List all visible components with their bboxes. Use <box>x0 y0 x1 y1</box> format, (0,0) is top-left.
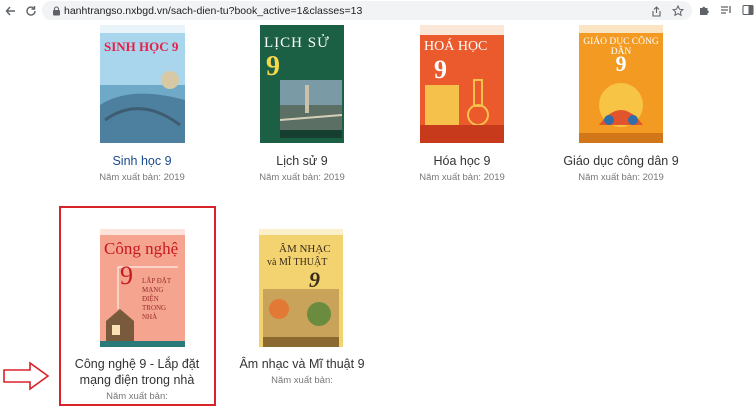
book-title-hoa-hoc-9[interactable]: Hóa học 9 <box>392 154 532 168</box>
book-year: Năm xuất bản: 2019 <box>259 172 345 183</box>
cover-number: 9 <box>309 267 320 292</box>
extensions-icon[interactable] <box>696 2 712 18</box>
book-cover-lich-su-9[interactable]: LỊCH SỬ 9 <box>260 25 344 143</box>
cover-title: HOÁ HỌC <box>424 39 488 54</box>
book-year: Năm xuất bản: 2019 <box>578 172 664 183</box>
share-icon[interactable] <box>648 3 664 19</box>
cover-title-1: ÂM NHẠC <box>279 243 331 255</box>
lock-icon <box>48 5 64 16</box>
highlight-box <box>59 206 216 406</box>
reading-list-icon[interactable] <box>718 2 734 18</box>
book-cover-hoa-hoc-9[interactable]: HOÁ HỌC 9 <box>420 25 504 143</box>
book-year: Năm xuất bản: <box>271 375 333 386</box>
pointer-arrow-icon <box>3 361 50 391</box>
book-title-lich-su-9[interactable]: Lịch sử 9 <box>232 154 372 168</box>
sidebar-icon[interactable] <box>740 2 756 18</box>
book-title-am-nhac-mi-thuat-9[interactable]: Âm nhạc và Mĩ thuật 9 <box>222 357 382 371</box>
browser-toolbar: hanhtrangso.nxbgd.vn/sach-dien-tu?book_a… <box>0 0 756 22</box>
cover-number: 9 <box>266 51 280 82</box>
book-cover-gdcd-9[interactable]: GIÁO DỤC CÔNG DÂN 9 <box>579 25 663 143</box>
bookmark-star-icon[interactable] <box>670 3 686 19</box>
book-year: Năm xuất bản: 2019 <box>99 172 185 183</box>
cover-title: SINH HỌC 9 <box>104 39 179 54</box>
book-title-gdcd-9[interactable]: Giáo dục công dân 9 <box>551 154 691 168</box>
cover-title: LỊCH SỬ <box>264 35 330 51</box>
book-year: Năm xuất bản: 2019 <box>419 172 505 183</box>
cover-number: 9 <box>615 51 627 76</box>
back-icon[interactable] <box>2 2 20 20</box>
cover-title-2: và MĨ THUẬT <box>267 257 328 268</box>
book-title-sinh-hoc-9[interactable]: Sinh học 9 <box>72 154 212 168</box>
address-bar[interactable]: hanhtrangso.nxbgd.vn/sach-dien-tu?book_a… <box>42 1 692 20</box>
book-cover-am-nhac-mi-thuat-9[interactable]: ÂM NHẠC và MĨ THUẬT 9 <box>259 229 343 347</box>
reload-icon[interactable] <box>22 2 40 20</box>
url-text[interactable]: hanhtrangso.nxbgd.vn/sach-dien-tu?book_a… <box>64 5 362 17</box>
cover-number: 9 <box>434 55 447 84</box>
book-cover-sinh-hoc-9[interactable]: SINH HỌC 9 <box>100 25 185 143</box>
